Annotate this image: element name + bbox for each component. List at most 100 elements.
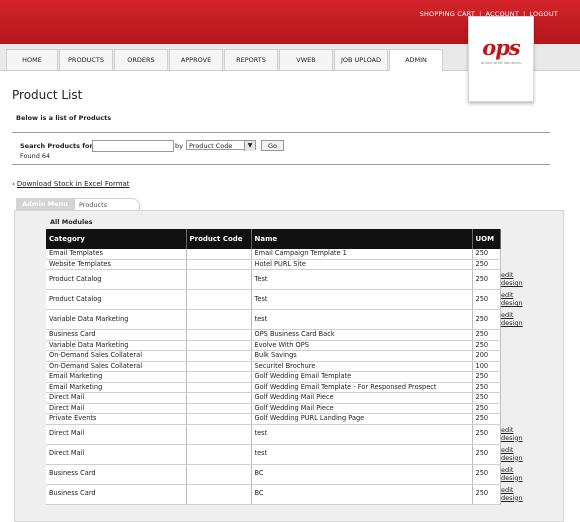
edit-link[interactable]: edit xyxy=(501,466,523,474)
cell-product-code xyxy=(186,464,252,485)
shopping-cart-link[interactable]: SHOPPING CART xyxy=(420,10,475,18)
cell-uom: 250 xyxy=(472,340,501,351)
column-header-name[interactable]: Name xyxy=(251,229,473,249)
table-row[interactable]: Variable Data Marketing test 250 xyxy=(46,309,501,330)
design-link[interactable]: design xyxy=(501,279,523,287)
column-header-uom[interactable]: UOM xyxy=(472,229,501,249)
table-row[interactable]: Business Card BC 250 xyxy=(46,464,501,485)
cell-name: Email Campaign Template 1 xyxy=(251,249,473,260)
design-link[interactable]: design xyxy=(501,494,523,502)
cell-name: Evolve With OPS xyxy=(251,340,473,351)
design-link[interactable]: design xyxy=(501,454,523,462)
table-row[interactable]: Product Catalog Test 250 xyxy=(46,269,501,290)
cell-category: Private Events xyxy=(46,413,187,425)
table-row[interactable]: Direct Mail Golf Wedding Mail Piece 250 xyxy=(46,392,501,404)
design-link[interactable]: design xyxy=(501,474,523,482)
table-row[interactable]: Product Catalog Test 250 xyxy=(46,289,501,310)
edit-link[interactable]: edit xyxy=(501,311,523,319)
table-row[interactable]: Variable Data Marketing Evolve With OPS 25… xyxy=(46,340,501,351)
tab-orders[interactable]: ORDERS xyxy=(114,49,168,70)
table-row[interactable]: Direct Mail test 250 xyxy=(46,424,501,445)
cell-uom: 250 xyxy=(472,269,501,290)
table-row[interactable]: Direct Mail test 250 xyxy=(46,444,501,465)
cell-product-code xyxy=(186,424,252,445)
cell-category: Direct Mail xyxy=(46,392,187,404)
tab-reports[interactable]: REPORTS xyxy=(224,49,278,70)
tab-job-upload[interactable]: JOB UPLOAD xyxy=(334,49,388,70)
tab-approve[interactable]: APPROVE xyxy=(169,49,223,70)
cell-uom: 250 xyxy=(472,464,501,485)
tab-admin[interactable]: ADMIN xyxy=(389,49,443,71)
download-link-row: › Download Stock in Excel Format xyxy=(12,180,130,188)
cell-name: Golf Wedding Email Template - For Respon… xyxy=(251,382,473,393)
cell-uom: 250 xyxy=(472,249,501,260)
row-actions: edit design xyxy=(501,486,523,502)
edit-link[interactable]: edit xyxy=(501,426,523,434)
column-header-category[interactable]: Category xyxy=(46,229,187,249)
page-subtitle: Below is a list of Products xyxy=(16,114,112,122)
cell-name: test xyxy=(251,424,473,445)
design-link[interactable]: design xyxy=(501,299,523,307)
table-row[interactable]: Private Events Golf Wedding PURL Landing … xyxy=(46,413,501,425)
tab-admin-menu[interactable]: Admin Menu xyxy=(16,198,74,210)
cell-product-code xyxy=(186,249,252,260)
cell-category: Direct Mail xyxy=(46,403,187,414)
table-row[interactable]: Email Templates Email Campaign Template 1… xyxy=(46,249,501,260)
main-nav: HOME PRODUCTS ORDERS APPROVE REPORTS VWE… xyxy=(6,49,444,71)
cell-category: Product Catalog xyxy=(46,289,187,310)
logo[interactable]: ops online print solutions xyxy=(468,16,534,102)
cell-product-code xyxy=(186,289,252,310)
cell-category: Variable Data Marketing xyxy=(46,309,187,330)
cell-uom: 250 xyxy=(472,413,501,425)
search-input[interactable] xyxy=(92,140,174,152)
search-by-select[interactable]: Product Code ▼ xyxy=(186,140,256,151)
cell-product-code xyxy=(186,259,252,270)
table-row[interactable]: Direct Mail Golf Wedding Mail Piece 250 xyxy=(46,403,501,414)
cell-uom: 250 xyxy=(472,329,501,341)
table-row[interactable]: Email Marketing Golf Wedding Email Templa… xyxy=(46,382,501,393)
cell-uom: 250 xyxy=(472,403,501,414)
table-row[interactable]: Business Card OPS Business Card Back 250 xyxy=(46,329,501,341)
cell-name: Hotel PURL Site xyxy=(251,259,473,270)
tab-products-sub[interactable]: Products xyxy=(74,198,140,210)
cell-name: test xyxy=(251,444,473,465)
edit-link[interactable]: edit xyxy=(501,486,523,494)
row-actions: edit design xyxy=(501,311,523,327)
table-row[interactable]: Business Card BC 250 xyxy=(46,484,501,505)
tab-vweb[interactable]: VWEB xyxy=(279,49,333,70)
table-row[interactable]: On-Demand Sales Collateral Securitel Broc… xyxy=(46,361,501,372)
table-row[interactable]: On-Demand Sales Collateral Bulk Savings 20… xyxy=(46,350,501,362)
tab-home[interactable]: HOME xyxy=(6,49,58,70)
row-actions: edit design xyxy=(501,271,523,287)
cell-product-code xyxy=(186,269,252,290)
edit-link[interactable]: edit xyxy=(501,271,523,279)
cell-name: BC xyxy=(251,464,473,485)
cell-uom: 250 xyxy=(472,382,501,393)
cell-uom: 250 xyxy=(472,424,501,445)
logo-tagline: online print solutions xyxy=(481,60,521,65)
cell-name: Golf Wedding Email Template xyxy=(251,371,473,383)
download-excel-link[interactable]: Download Stock in Excel Format xyxy=(17,180,130,188)
cell-category: Business Card xyxy=(46,484,187,505)
design-link[interactable]: design xyxy=(501,434,523,442)
cell-category: Website Templates xyxy=(46,259,187,270)
edit-link[interactable]: edit xyxy=(501,446,523,454)
row-actions: edit design xyxy=(501,466,523,482)
cell-uom: 250 xyxy=(472,392,501,404)
cell-category: Product Catalog xyxy=(46,269,187,290)
cell-product-code xyxy=(186,350,252,362)
go-button[interactable]: Go xyxy=(261,140,284,151)
cell-name: Golf Wedding Mail Piece xyxy=(251,392,473,404)
table-row[interactable]: Website Templates Hotel PURL Site 250 xyxy=(46,259,501,270)
design-link[interactable]: design xyxy=(501,319,523,327)
cell-category: Email Marketing xyxy=(46,382,187,393)
dropdown-arrow-icon[interactable]: ▼ xyxy=(244,141,255,151)
column-header-product-code[interactable]: Product Code xyxy=(186,229,252,249)
edit-link[interactable]: edit xyxy=(501,291,523,299)
row-actions: edit design xyxy=(501,426,523,442)
cell-category: Email Marketing xyxy=(46,371,187,383)
tab-products[interactable]: PRODUCTS xyxy=(59,49,113,70)
table-body: Email Templates Email Campaign Template 1… xyxy=(46,249,501,505)
table-row[interactable]: Email Marketing Golf Wedding Email Templa… xyxy=(46,371,501,383)
cell-name: BC xyxy=(251,484,473,505)
